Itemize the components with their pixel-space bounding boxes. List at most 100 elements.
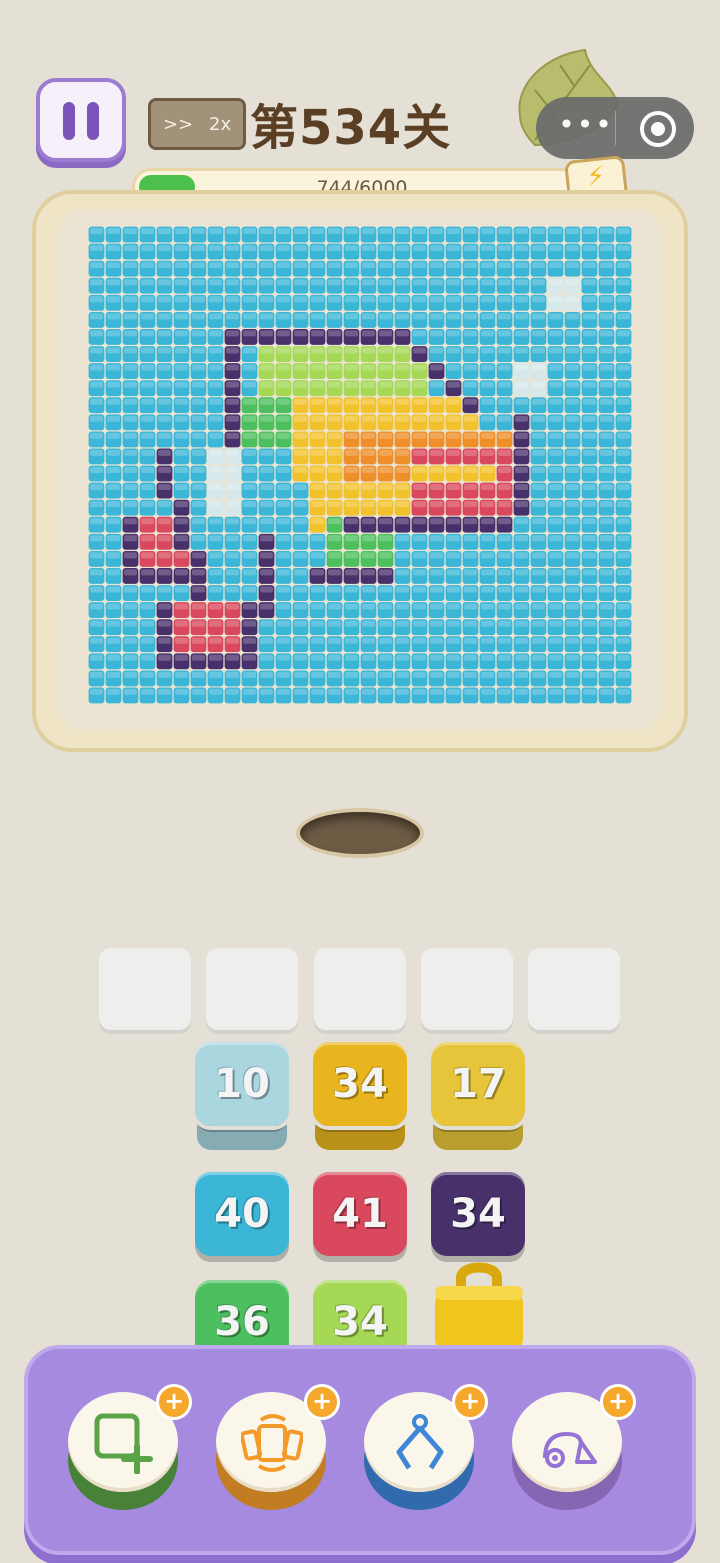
pixel-highlight bbox=[328, 449, 341, 456]
pixel-highlight bbox=[379, 245, 392, 252]
pixel-highlight bbox=[294, 467, 307, 473]
pixel-highlight bbox=[617, 501, 630, 508]
number-tile[interactable]: 34 bbox=[309, 1038, 411, 1130]
pixel-highlight bbox=[209, 569, 222, 576]
pixel-highlight bbox=[481, 586, 494, 593]
pixel-highlight bbox=[396, 262, 409, 269]
pixel-highlight bbox=[447, 637, 460, 644]
pixel-highlight bbox=[294, 364, 307, 371]
pixel-highlight bbox=[549, 654, 562, 661]
pixel-highlight bbox=[498, 620, 511, 627]
pixel-highlight bbox=[447, 586, 460, 593]
pixel-highlight bbox=[566, 415, 579, 422]
pixel-highlight bbox=[379, 484, 392, 491]
pixel-highlight bbox=[345, 688, 358, 695]
pixel-highlight bbox=[209, 688, 222, 695]
pixel-highlight bbox=[294, 347, 307, 354]
more-options-button[interactable]: ••• bbox=[556, 105, 616, 151]
pixel-highlight bbox=[362, 518, 375, 525]
pixel-highlight bbox=[481, 501, 494, 508]
pixel-highlight bbox=[583, 467, 596, 473]
pixel-highlight bbox=[124, 637, 137, 644]
pixel-highlight bbox=[600, 262, 613, 269]
pixel-highlight bbox=[617, 569, 630, 576]
pixel-highlight bbox=[158, 449, 171, 456]
pixel-highlight bbox=[124, 603, 137, 610]
pixel-highlight bbox=[549, 484, 562, 491]
pixel-highlight bbox=[158, 347, 171, 354]
close-target-icon[interactable] bbox=[640, 111, 676, 147]
pixel-highlight bbox=[498, 381, 511, 388]
pixel-highlight bbox=[549, 415, 562, 422]
speed-toggle-button[interactable]: >> 2x bbox=[148, 98, 246, 150]
pixel-highlight bbox=[515, 398, 528, 405]
shuffle-tool-button[interactable]: + bbox=[216, 1384, 340, 1512]
pixel-highlight bbox=[379, 313, 392, 320]
pixel-highlight bbox=[362, 535, 375, 542]
pixel-highlight bbox=[413, 228, 426, 234]
pixel-highlight bbox=[617, 398, 630, 405]
number-tile[interactable]: 34 bbox=[431, 1172, 525, 1256]
pixel-highlight bbox=[209, 620, 222, 627]
number-tile[interactable]: 41 bbox=[313, 1172, 407, 1256]
pixel-highlight bbox=[277, 330, 290, 337]
number-tile[interactable]: 10 bbox=[191, 1038, 293, 1130]
pixel-highlight bbox=[600, 313, 613, 320]
pixel-highlight bbox=[396, 364, 409, 371]
pixel-highlight bbox=[566, 313, 579, 320]
pixel-highlight bbox=[583, 518, 596, 525]
pixel-highlight bbox=[464, 603, 477, 610]
pixel-highlight bbox=[362, 688, 375, 695]
pixel-highlight bbox=[549, 449, 562, 456]
conveyor-hole bbox=[300, 812, 420, 854]
pixel-highlight bbox=[243, 501, 256, 508]
pixel-highlight bbox=[277, 381, 290, 388]
pixel-highlight bbox=[481, 569, 494, 576]
pixel-highlight bbox=[600, 415, 613, 422]
pixel-highlight bbox=[345, 296, 358, 303]
number-tile[interactable]: 17 bbox=[427, 1038, 529, 1130]
pixel-highlight bbox=[124, 381, 137, 388]
number-tile[interactable]: 40 bbox=[195, 1172, 289, 1256]
pixel-highlight bbox=[515, 415, 528, 422]
pixel-highlight bbox=[294, 432, 307, 439]
pixel-highlight bbox=[583, 654, 596, 661]
pixel-highlight bbox=[243, 381, 256, 388]
pixel-highlight bbox=[345, 535, 358, 542]
pixel-highlight bbox=[192, 671, 205, 678]
pixel-highlight bbox=[141, 586, 154, 593]
pixel-highlight bbox=[209, 279, 222, 286]
pixel-highlight bbox=[175, 501, 188, 508]
pixel-highlight bbox=[141, 552, 154, 559]
add-slot-tool-button[interactable]: + bbox=[68, 1384, 192, 1512]
pixel-highlight bbox=[141, 313, 154, 320]
pixel-highlight bbox=[175, 467, 188, 473]
pixel-highlight bbox=[430, 347, 443, 354]
pixel-highlight bbox=[124, 415, 137, 422]
pixel-highlight bbox=[583, 535, 596, 542]
plus-icon: + bbox=[156, 1384, 192, 1420]
pixel-highlight bbox=[600, 569, 613, 576]
pixel-highlight bbox=[566, 484, 579, 491]
claw-tool-button[interactable]: + bbox=[364, 1384, 488, 1512]
pixel-highlight bbox=[90, 313, 103, 320]
pixel-highlight bbox=[617, 432, 630, 439]
pixel-highlight bbox=[617, 688, 630, 695]
pixel-highlight bbox=[464, 296, 477, 303]
pixel-highlight bbox=[379, 671, 392, 678]
vacuum-tool-button[interactable]: + bbox=[512, 1384, 636, 1512]
pixel-highlight bbox=[617, 518, 630, 525]
pixel-highlight bbox=[158, 381, 171, 388]
pixel-highlight bbox=[396, 381, 409, 388]
pixel-highlight bbox=[481, 228, 494, 234]
pixel-highlight bbox=[243, 518, 256, 525]
pixel-highlight bbox=[583, 501, 596, 508]
pixel-highlight bbox=[583, 432, 596, 439]
pause-button[interactable] bbox=[36, 78, 126, 162]
pixel-highlight bbox=[413, 654, 426, 661]
pixel-highlight bbox=[90, 586, 103, 593]
pixel-highlight bbox=[328, 654, 341, 661]
pixel-highlight bbox=[124, 569, 137, 576]
pixel-highlight bbox=[583, 637, 596, 644]
pixel-highlight bbox=[362, 381, 375, 388]
